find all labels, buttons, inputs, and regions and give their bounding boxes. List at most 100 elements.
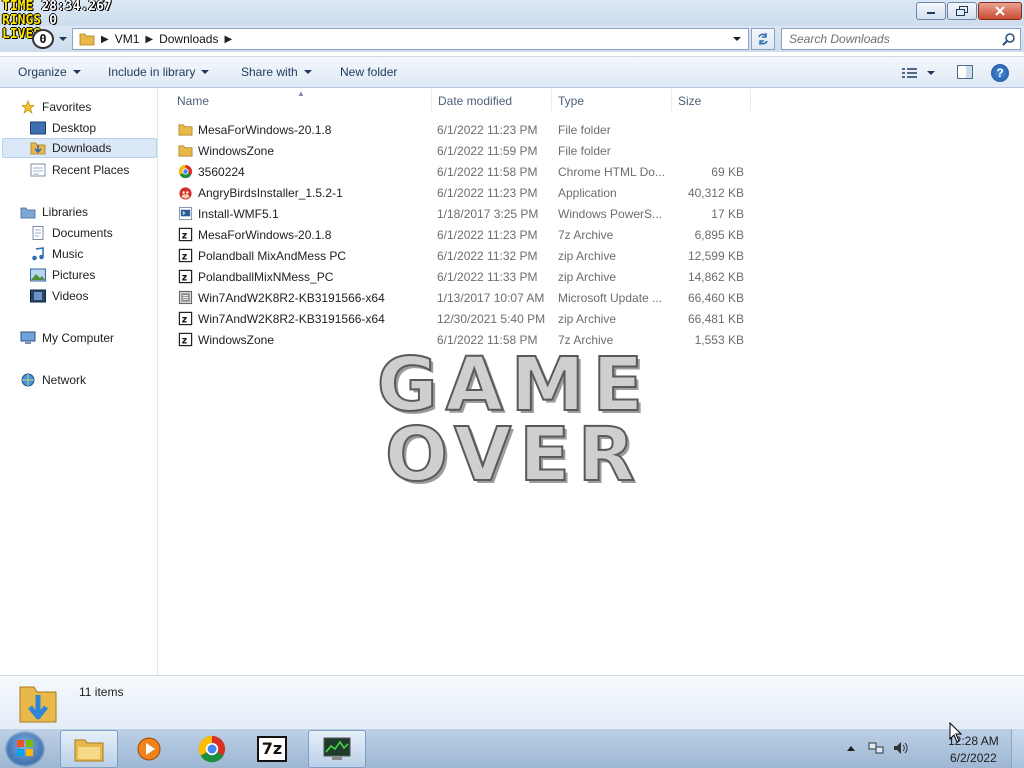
column-divider[interactable] xyxy=(671,89,672,111)
include-in-library-button[interactable]: Include in library xyxy=(108,65,210,79)
show-desktop-button[interactable] xyxy=(1011,729,1024,768)
file-row[interactable]: AngryBirdsInstaller_1.5.2-1 6/1/2022 11:… xyxy=(175,182,755,203)
downloads-folder-icon xyxy=(19,686,57,723)
organize-button[interactable]: Organize xyxy=(18,65,81,79)
nav-libraries[interactable]: Libraries xyxy=(20,202,88,222)
taskbar-7zip-button[interactable]: 7z xyxy=(243,730,301,768)
address-bar[interactable]: ▶ VM1 ▶ Downloads ▶ xyxy=(72,28,749,50)
column-divider[interactable] xyxy=(431,89,432,111)
address-dropdown-icon[interactable] xyxy=(732,35,742,43)
column-header-date-modified[interactable]: Date modified xyxy=(438,94,512,108)
file-type: Microsoft Update ... xyxy=(558,291,663,305)
close-button[interactable] xyxy=(978,2,1022,20)
folder-icon xyxy=(178,145,193,157)
navigation-row: ▶ VM1 ▶ Downloads ▶ xyxy=(0,26,1024,52)
file-date: 6/1/2022 11:33 PM xyxy=(437,270,538,284)
refresh-button[interactable] xyxy=(751,28,775,50)
file-type: zip Archive xyxy=(558,312,617,326)
file-row[interactable]: z Polandball MixAndMess PC 6/1/2022 11:3… xyxy=(175,245,755,266)
search-icon[interactable] xyxy=(1002,33,1015,46)
navigation-pane: Favorites Desktop Downloads Recent Place… xyxy=(0,89,158,675)
nav-pictures[interactable]: Pictures xyxy=(30,265,95,285)
column-header-size[interactable]: Size xyxy=(678,94,701,108)
breadcrumb-vm1[interactable]: VM1 xyxy=(115,32,140,46)
file-row[interactable]: z Win7AndW2K8R2-KB3191566-x64 12/30/2021… xyxy=(175,308,755,329)
nav-my-computer-label: My Computer xyxy=(42,331,115,345)
file-row[interactable]: WindowsZone 6/1/2022 11:59 PM File folde… xyxy=(175,140,755,161)
file-row[interactable]: Win7AndW2K8R2-KB3191566-x64 1/13/2017 10… xyxy=(175,287,755,308)
windows-logo-icon xyxy=(17,740,33,756)
network-icon xyxy=(21,373,35,387)
window-title-bar[interactable] xyxy=(0,0,1024,26)
nav-music[interactable]: Music xyxy=(30,244,83,264)
taskbar-task-manager-button[interactable] xyxy=(308,730,366,768)
taskbar-media-player-button[interactable] xyxy=(120,730,178,768)
search-input[interactable] xyxy=(782,29,992,49)
breadcrumb-separator-icon[interactable]: ▶ xyxy=(224,34,232,45)
change-view-icon[interactable] xyxy=(902,67,918,79)
help-icon[interactable]: ? xyxy=(991,64,1009,82)
search-box[interactable] xyxy=(781,28,1021,50)
file-row[interactable]: Install-WMF5.1 1/18/2017 3:25 PM Windows… xyxy=(175,203,755,224)
file-size: 6,895 KB xyxy=(694,228,744,242)
column-divider[interactable] xyxy=(750,89,751,111)
nav-videos[interactable]: Videos xyxy=(30,286,88,306)
minimize-button[interactable] xyxy=(916,2,946,20)
svg-text:z: z xyxy=(182,251,187,262)
nav-desktop[interactable]: Desktop xyxy=(30,118,96,138)
show-hidden-icons-icon[interactable] xyxy=(846,744,856,752)
file-date: 6/1/2022 11:23 PM xyxy=(437,228,538,242)
svg-text:z: z xyxy=(182,335,187,346)
chevron-down-icon xyxy=(201,70,210,74)
taskbar-explorer-button[interactable] xyxy=(60,730,118,768)
downloads-folder-icon xyxy=(30,142,46,155)
preview-pane-icon[interactable] xyxy=(957,65,973,79)
breadcrumb-downloads[interactable]: Downloads xyxy=(159,32,218,46)
breadcrumb-separator-icon[interactable]: ▶ xyxy=(145,34,153,45)
column-header-name[interactable]: Name xyxy=(177,94,209,108)
file-type: Windows PowerS... xyxy=(558,207,663,221)
chevron-down-icon[interactable] xyxy=(927,71,935,76)
file-row[interactable]: z PolandballMixNMess_PC 6/1/2022 11:33 P… xyxy=(175,266,755,287)
nav-downloads[interactable]: Downloads xyxy=(2,138,157,158)
file-date: 12/30/2021 5:40 PM xyxy=(437,312,546,326)
nav-favorites[interactable]: Favorites xyxy=(20,97,91,117)
maximize-button[interactable] xyxy=(947,2,977,20)
file-date: 6/1/2022 11:32 PM xyxy=(437,249,538,263)
nav-recent-places[interactable]: Recent Places xyxy=(30,160,129,180)
file-size: 69 KB xyxy=(711,165,744,179)
videos-icon xyxy=(30,289,46,303)
refresh-icon xyxy=(758,33,768,45)
file-date: 6/1/2022 11:58 PM xyxy=(437,165,538,179)
nav-my-computer[interactable]: My Computer xyxy=(20,328,114,348)
item-count: 11 items xyxy=(79,685,124,699)
system-tray: 12:28 AM 6/2/2022 xyxy=(840,729,1024,768)
taskbar-chrome-button[interactable] xyxy=(183,730,241,768)
file-size: 66,481 KB xyxy=(687,312,744,326)
column-header-type[interactable]: Type xyxy=(558,94,584,108)
archive-icon: z xyxy=(178,269,193,283)
volume-icon[interactable] xyxy=(892,740,910,756)
file-row[interactable]: 3560224 6/1/2022 11:58 PM Chrome HTML Do… xyxy=(175,161,755,182)
file-row[interactable]: z MesaForWindows-20.1.8 6/1/2022 11:23 P… xyxy=(175,224,755,245)
clock-date[interactable]: 6/2/2022 xyxy=(950,751,997,765)
column-divider[interactable] xyxy=(551,89,552,111)
file-date: 6/1/2022 11:23 PM xyxy=(437,186,538,200)
file-date: 1/18/2017 3:25 PM xyxy=(437,207,539,221)
nav-documents[interactable]: Documents xyxy=(30,223,113,243)
start-button[interactable] xyxy=(5,731,45,767)
file-name: PolandballMixNMess_PC xyxy=(198,270,334,284)
taskbar: 7z 12:28 AM 6/2/2022 xyxy=(0,728,1024,768)
hud-time-row: TIME 28:34.267 xyxy=(2,0,112,14)
network-status-icon[interactable] xyxy=(868,740,884,756)
nav-videos-label: Videos xyxy=(52,289,89,303)
share-with-button[interactable]: Share with xyxy=(241,65,312,79)
file-type: zip Archive xyxy=(558,249,617,263)
nav-network[interactable]: Network xyxy=(20,370,86,390)
music-icon xyxy=(32,247,44,261)
desktop-icon xyxy=(30,121,46,135)
file-row[interactable]: MesaForWindows-20.1.8 6/1/2022 11:23 PM … xyxy=(175,119,755,140)
nav-libraries-label: Libraries xyxy=(42,205,89,219)
minimize-icon xyxy=(927,12,935,14)
new-folder-button[interactable]: New folder xyxy=(340,65,397,79)
